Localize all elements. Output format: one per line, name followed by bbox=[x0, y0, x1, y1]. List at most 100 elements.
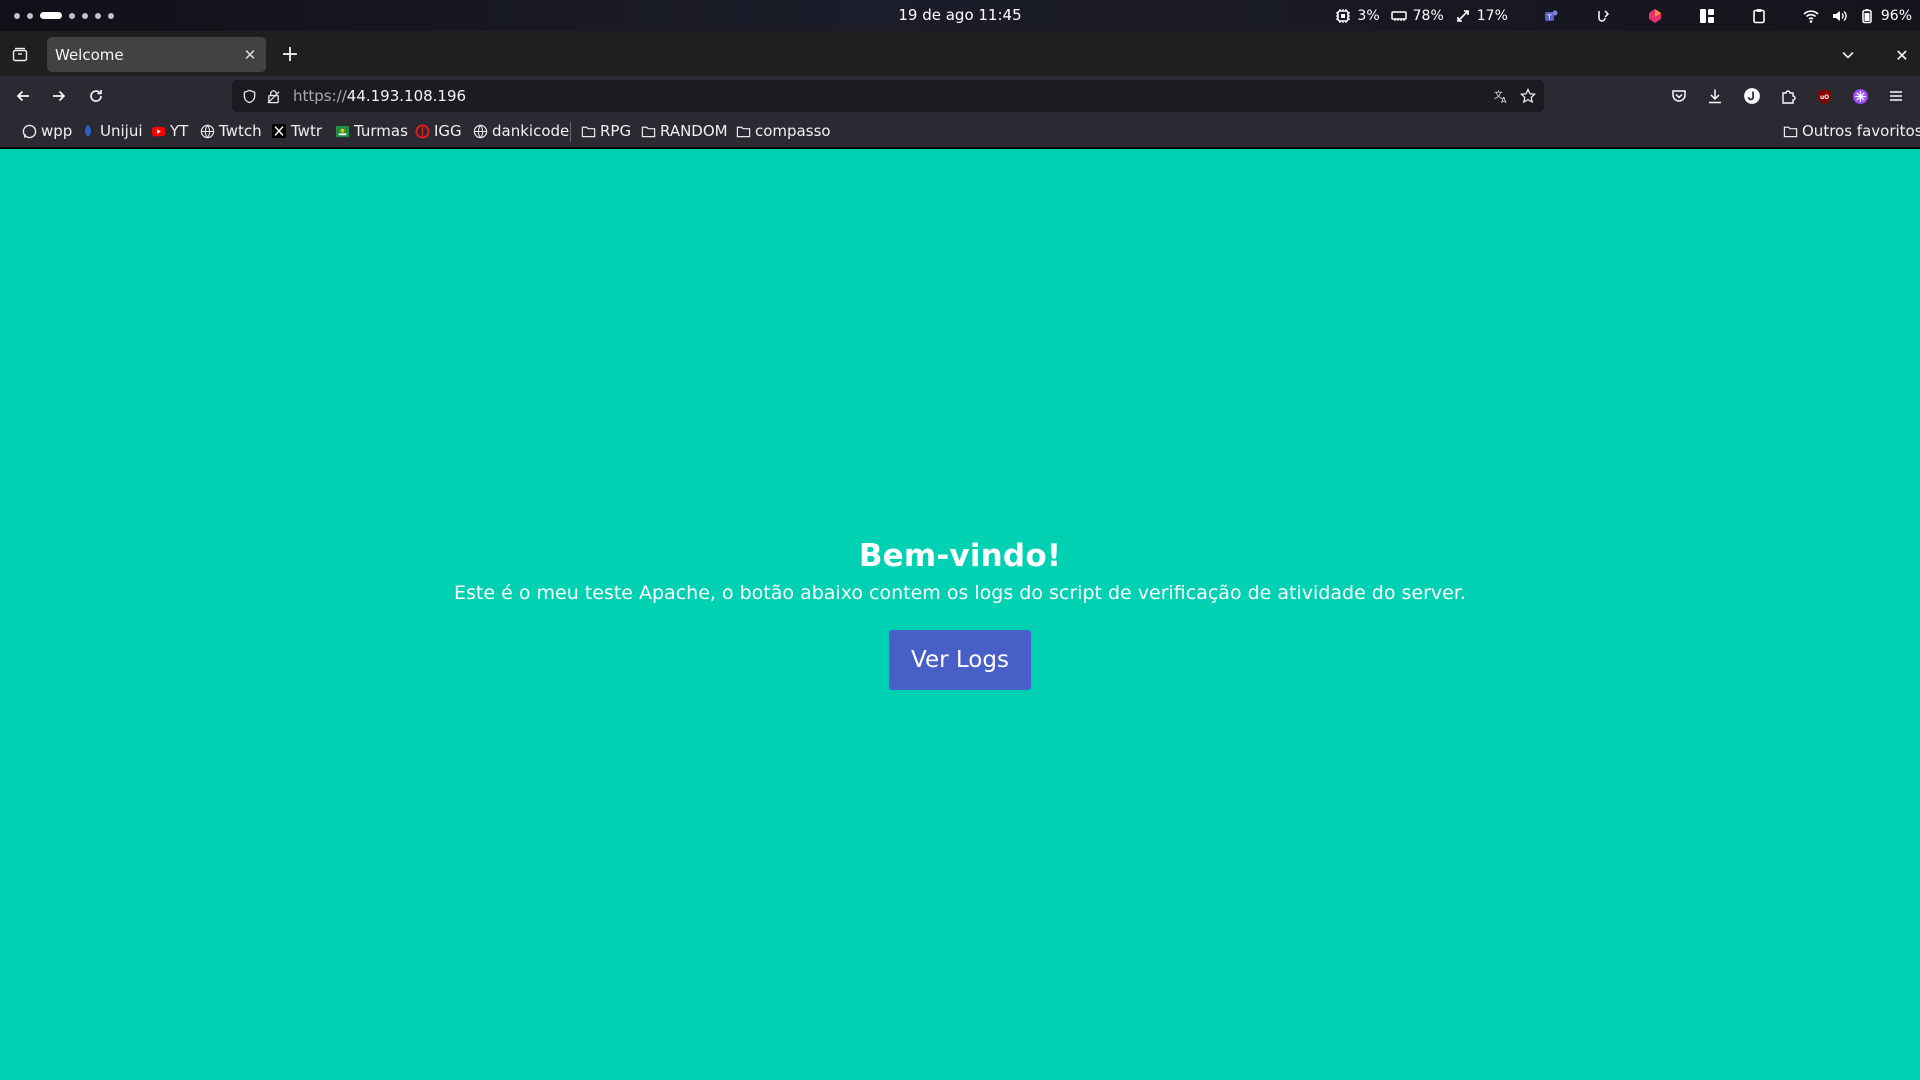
workspace-dot[interactable] bbox=[27, 12, 33, 19]
reload-icon bbox=[90, 90, 102, 102]
ublock-origin-icon: uO bbox=[1817, 88, 1831, 104]
bookmark-label: Twtr bbox=[291, 122, 322, 140]
bookmark-folder-random[interactable]: RANDOM bbox=[640, 122, 728, 140]
bookmark-label: YT bbox=[170, 122, 189, 140]
cpu-icon bbox=[1334, 7, 1352, 25]
url-host: 44.193.108.196 bbox=[346, 87, 467, 105]
tab-close-icon[interactable]: ✕ bbox=[238, 43, 262, 67]
workspace-dot[interactable] bbox=[14, 12, 20, 19]
gem-app-icon[interactable] bbox=[1646, 7, 1664, 25]
swap-icon bbox=[1454, 7, 1472, 25]
memory-value: 78% bbox=[1412, 7, 1444, 24]
forward-button[interactable] bbox=[47, 84, 71, 108]
svg-text:A: A bbox=[1501, 96, 1507, 104]
page-content: Bem-vindo! Este é o meu teste Apache, o … bbox=[0, 149, 1920, 1080]
arrow-left-icon bbox=[16, 90, 29, 102]
bookmark-twtr[interactable]: Twtr bbox=[271, 122, 322, 140]
back-button[interactable] bbox=[11, 84, 35, 108]
page-description: Este é o meu teste Apache, o botão abaix… bbox=[454, 582, 1466, 604]
pocket-icon bbox=[1672, 90, 1686, 102]
memory-icon bbox=[1390, 7, 1408, 25]
clipboard-icon[interactable] bbox=[1750, 7, 1768, 25]
wifi-icon[interactable] bbox=[1802, 7, 1820, 25]
workspace-dot[interactable] bbox=[82, 12, 88, 19]
extension-purple-button[interactable] bbox=[1848, 84, 1872, 108]
tiling-layout-icon[interactable] bbox=[1698, 7, 1716, 25]
bookmark-folder-compasso[interactable]: compasso bbox=[735, 122, 831, 140]
workspace-dot[interactable] bbox=[95, 12, 101, 19]
bookmark-folder-rpg[interactable]: RPG bbox=[580, 122, 631, 140]
bookmark-label: RANDOM bbox=[660, 122, 728, 140]
menu-button[interactable] bbox=[1884, 84, 1908, 108]
tab-welcome[interactable]: Welcome ✕ bbox=[47, 37, 266, 72]
ver-logs-button[interactable]: Ver Logs bbox=[889, 630, 1031, 690]
teams-icon[interactable]: T bbox=[1542, 7, 1560, 25]
bookmark-label: IGG bbox=[434, 122, 462, 140]
puzzle-icon bbox=[1782, 90, 1796, 104]
hamburger-menu-icon bbox=[1890, 91, 1902, 101]
lock-icon[interactable] bbox=[264, 87, 282, 105]
bookmark-turmas[interactable]: Turmas bbox=[334, 122, 408, 140]
translate-icon[interactable]: 文A bbox=[1492, 87, 1510, 105]
system-top-bar: 19 de ago 11:45 3% 78% 17% T 96% bbox=[0, 0, 1920, 31]
bookmark-igg[interactable]: IGG bbox=[414, 122, 462, 140]
workspace-dot[interactable] bbox=[69, 12, 75, 19]
tab-title: Welcome bbox=[55, 45, 124, 64]
clock[interactable]: 19 de ago 11:45 bbox=[898, 6, 1021, 24]
page-title: Bem-vindo! bbox=[858, 538, 1062, 574]
window-close-button[interactable]: ✕ bbox=[1890, 43, 1914, 67]
battery-indicator[interactable]: 96% bbox=[1858, 7, 1912, 25]
memory-indicator[interactable]: 78% bbox=[1390, 7, 1444, 25]
workspace-dot[interactable] bbox=[108, 12, 114, 19]
bookmark-folder-outros-favoritos[interactable]: Outros favoritos bbox=[1782, 122, 1920, 140]
youtube-icon bbox=[150, 123, 166, 139]
tab-overview-icon bbox=[12, 47, 28, 62]
account-button[interactable] bbox=[1740, 84, 1764, 108]
bookmark-dankicode[interactable]: dankicode bbox=[472, 122, 569, 140]
folder-icon bbox=[735, 123, 751, 139]
extension-app-icon bbox=[1852, 88, 1868, 104]
bookmark-twtch[interactable]: Twtch bbox=[199, 122, 262, 140]
volume-icon[interactable] bbox=[1830, 7, 1848, 25]
bookmark-separator bbox=[570, 122, 571, 142]
downloads-button[interactable] bbox=[1703, 84, 1727, 108]
bookmark-label: Outros favoritos bbox=[1802, 122, 1920, 140]
cpu-indicator[interactable]: 3% bbox=[1334, 7, 1380, 25]
swap-value: 17% bbox=[1476, 7, 1508, 24]
list-all-tabs-button[interactable] bbox=[1836, 43, 1860, 67]
bookmarks-toolbar: wpp Unijui YT Twtch Twtr Turmas IGG dank… bbox=[0, 116, 1920, 148]
globe-icon bbox=[199, 123, 215, 139]
url-bar[interactable]: https://44.193.108.196 文A bbox=[232, 80, 1544, 112]
bookmark-unijui[interactable]: Unijui bbox=[80, 122, 143, 140]
pocket-button[interactable] bbox=[1667, 84, 1691, 108]
download-icon bbox=[1709, 89, 1721, 104]
ublock-button[interactable]: uO bbox=[1812, 84, 1836, 108]
bookmark-star-icon[interactable] bbox=[1519, 87, 1537, 105]
bookmark-label: RPG bbox=[600, 122, 632, 140]
arrow-right-icon bbox=[53, 90, 66, 102]
cpu-value: 3% bbox=[1357, 7, 1380, 24]
url-scheme: https:// bbox=[293, 87, 347, 105]
whatsapp-icon bbox=[21, 123, 37, 139]
bookmark-yt[interactable]: YT bbox=[150, 122, 188, 140]
bookmark-label: compasso bbox=[755, 122, 831, 140]
svg-text:T: T bbox=[1546, 13, 1552, 21]
svg-text:uO: uO bbox=[1819, 95, 1828, 101]
reload-button[interactable] bbox=[84, 84, 108, 108]
new-tab-button[interactable]: + bbox=[278, 42, 302, 67]
workspace-indicator[interactable] bbox=[14, 0, 114, 31]
account-icon bbox=[1744, 88, 1760, 104]
battery-icon bbox=[1858, 7, 1876, 25]
bookmark-label: Twtch bbox=[219, 122, 262, 140]
tab-overview-button[interactable] bbox=[8, 42, 32, 66]
url-text[interactable]: https://44.193.108.196 bbox=[293, 87, 466, 105]
app-tray-icon[interactable] bbox=[1594, 7, 1612, 25]
google-classroom-icon bbox=[334, 123, 350, 139]
tracking-protection-icon[interactable] bbox=[240, 87, 258, 105]
tab-strip: Welcome ✕ + ✕ bbox=[0, 31, 1920, 76]
bookmark-wpp[interactable]: wpp bbox=[21, 122, 72, 140]
extensions-button[interactable] bbox=[1776, 84, 1800, 108]
unijui-icon bbox=[80, 123, 96, 139]
workspace-active[interactable] bbox=[40, 12, 62, 19]
swap-indicator[interactable]: 17% bbox=[1454, 7, 1508, 25]
